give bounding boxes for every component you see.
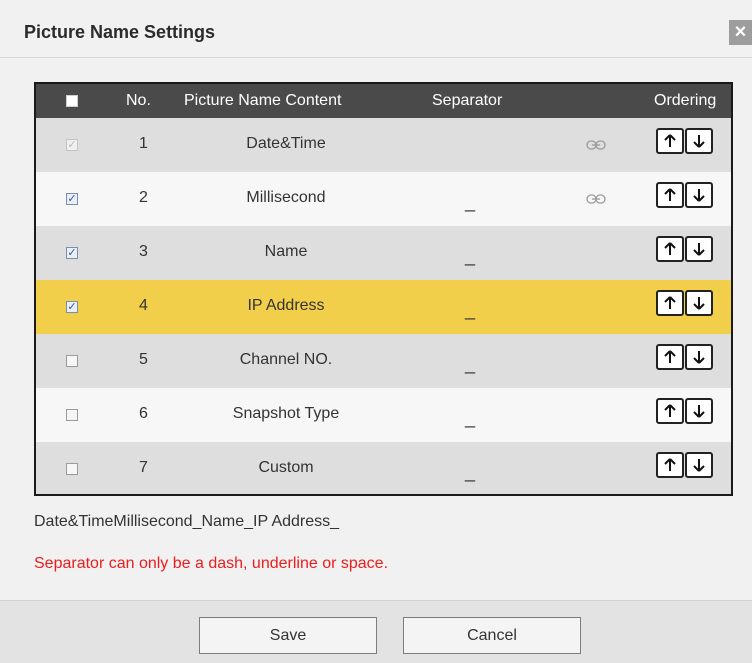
- row-content-label: IP Address: [247, 297, 325, 314]
- picture-name-table: No. Picture Name Content Separator Order…: [34, 82, 733, 496]
- ordering-controls: [656, 452, 728, 482]
- header-ordering: Ordering: [654, 92, 717, 109]
- row-content-label: Date&Time: [246, 135, 326, 152]
- ordering-controls: [656, 398, 728, 428]
- row-checkbox: ✓: [66, 139, 78, 151]
- header-separator: Separator: [432, 92, 503, 109]
- row-content-label: Snapshot Type: [232, 405, 340, 422]
- separator-warning: Separator can only be a dash, underline …: [34, 555, 389, 572]
- row-content-label: Custom: [258, 459, 314, 476]
- ordering-controls: [656, 290, 728, 320]
- row-separator[interactable]: _: [465, 408, 475, 429]
- row-checkbox[interactable]: [66, 355, 78, 367]
- table-row[interactable]: ✓ 3 Name _: [36, 226, 731, 280]
- arrow-down-icon[interactable]: [685, 398, 713, 424]
- arrow-up-icon[interactable]: [656, 452, 684, 478]
- dialog-title: Picture Name Settings: [24, 22, 216, 42]
- header-content: Picture Name Content: [184, 92, 342, 109]
- filename-preview: Date&TimeMillisecond_Name_IP Address_: [34, 513, 340, 530]
- dialog-titlebar: Picture Name Settings ×: [0, 0, 752, 58]
- table-row[interactable]: 7 Custom _: [36, 442, 731, 494]
- row-number: 6: [139, 405, 148, 422]
- table-row[interactable]: ✓ 1 Date&Time: [36, 118, 731, 172]
- row-number: 2: [139, 189, 148, 206]
- row-content-label: Millisecond: [246, 189, 326, 206]
- link-icon: [586, 192, 606, 204]
- arrow-up-icon[interactable]: [656, 290, 684, 316]
- row-separator[interactable]: _: [465, 300, 475, 321]
- link-icon: [586, 138, 606, 150]
- arrow-up-icon[interactable]: [656, 398, 684, 424]
- save-button[interactable]: Save: [199, 617, 377, 654]
- arrow-up-icon[interactable]: [656, 182, 684, 208]
- row-content-label: Channel NO.: [239, 351, 333, 368]
- table-row[interactable]: 6 Snapshot Type _: [36, 388, 731, 442]
- table-row[interactable]: ✓ 4 IP Address _: [36, 280, 731, 334]
- ordering-controls: [656, 182, 728, 212]
- arrow-up-icon[interactable]: [656, 236, 684, 262]
- arrow-down-icon[interactable]: [685, 452, 713, 478]
- row-checkbox[interactable]: ✓: [66, 301, 78, 313]
- ordering-controls: [656, 128, 728, 158]
- select-all-checkbox[interactable]: [66, 95, 78, 107]
- row-separator[interactable]: _: [465, 354, 475, 375]
- row-separator[interactable]: _: [465, 192, 475, 213]
- row-number: 1: [139, 135, 148, 152]
- row-separator[interactable]: _: [465, 462, 475, 483]
- arrow-up-icon[interactable]: [656, 128, 684, 154]
- row-checkbox[interactable]: ✓: [66, 247, 78, 259]
- table-row[interactable]: ✓ 2 Millisecond _: [36, 172, 731, 226]
- dialog-footer: Save Cancel: [0, 600, 752, 663]
- table-row[interactable]: 5 Channel NO. _: [36, 334, 731, 388]
- header-no: No.: [126, 92, 151, 109]
- ordering-controls: [656, 236, 728, 266]
- table-header: No. Picture Name Content Separator Order…: [36, 84, 731, 118]
- ordering-controls: [656, 344, 728, 374]
- arrow-down-icon[interactable]: [685, 290, 713, 316]
- row-number: 4: [139, 297, 148, 314]
- arrow-down-icon[interactable]: [685, 128, 713, 154]
- row-separator[interactable]: _: [465, 246, 475, 267]
- row-number: 7: [139, 459, 148, 476]
- row-number: 5: [139, 351, 148, 368]
- row-content-label: Name: [264, 243, 308, 260]
- row-number: 3: [139, 243, 148, 260]
- row-checkbox[interactable]: [66, 409, 78, 421]
- row-checkbox[interactable]: ✓: [66, 193, 78, 205]
- arrow-up-icon[interactable]: [656, 344, 684, 370]
- arrow-down-icon[interactable]: [685, 182, 713, 208]
- close-icon[interactable]: ×: [729, 20, 752, 45]
- arrow-down-icon[interactable]: [685, 236, 713, 262]
- cancel-button[interactable]: Cancel: [403, 617, 581, 654]
- row-checkbox[interactable]: [66, 463, 78, 475]
- arrow-down-icon[interactable]: [685, 344, 713, 370]
